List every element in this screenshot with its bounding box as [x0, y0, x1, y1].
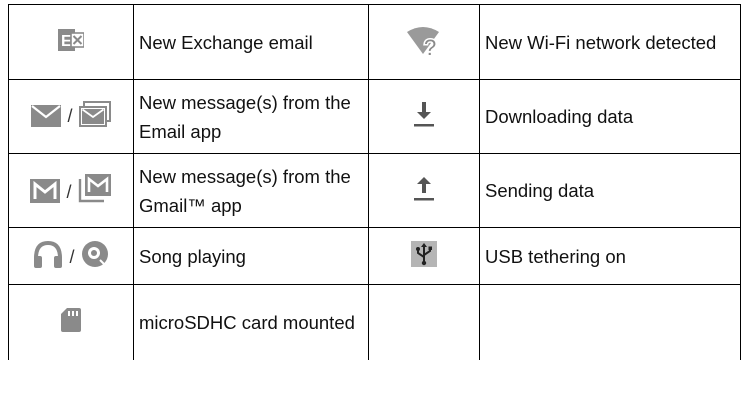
- table-row: microSDHC card mounted: [8, 284, 741, 360]
- empty-cell: [368, 284, 480, 360]
- table-row: / Song playing USB tethering on: [8, 227, 741, 285]
- icon-cell: [8, 284, 134, 360]
- description-cell: Sending data: [479, 153, 741, 228]
- email-stack-icon: [78, 101, 111, 127]
- description-cell: New Wi-Fi network detected: [479, 4, 741, 80]
- description-cell: Downloading data: [479, 79, 741, 154]
- icon-cell: /: [8, 79, 134, 154]
- description-cell: USB tethering on: [479, 227, 741, 285]
- usb-icon: [411, 240, 437, 267]
- empty-cell: [479, 284, 741, 360]
- music-disc-icon: [81, 240, 109, 268]
- icon-cell: [368, 79, 480, 154]
- icon-cell: E: [8, 4, 134, 80]
- wifi-question-icon: ? ?: [406, 24, 442, 56]
- sd-card-icon: [61, 308, 81, 332]
- table-row: / New message(s) from the Gmail™ app Sen…: [8, 153, 741, 228]
- upload-icon: [413, 175, 435, 201]
- gmail-icon: [30, 179, 61, 203]
- table-row: / New message(s) from the Email app Down…: [8, 79, 741, 154]
- icon-cell: [368, 153, 480, 228]
- email-icon: [31, 105, 62, 127]
- description-cell: Song playing: [133, 227, 369, 285]
- icon-cell: ? ?: [368, 4, 480, 80]
- description-cell: New message(s) from the Gmail™ app: [133, 153, 369, 228]
- table-row: E New Exchange email ? ? New Wi-Fi netwo…: [8, 4, 741, 80]
- description-cell: New message(s) from the Email app: [133, 79, 369, 154]
- icon-cell: /: [8, 227, 134, 285]
- svg-text:?: ?: [424, 35, 436, 56]
- download-icon: [413, 101, 435, 127]
- description-cell: microSDHC card mounted: [133, 284, 369, 360]
- exchange-icon: E: [58, 28, 84, 52]
- description-cell: New Exchange email: [133, 4, 369, 80]
- separator: /: [66, 182, 72, 202]
- notification-icons-table: E New Exchange email ? ? New Wi-Fi netwo…: [8, 4, 741, 360]
- separator: /: [69, 246, 75, 267]
- gmail-stack-icon: [78, 173, 112, 203]
- separator: /: [67, 106, 73, 126]
- headphones-icon: [33, 240, 63, 268]
- icon-cell: [368, 227, 480, 285]
- icon-cell: /: [8, 153, 134, 228]
